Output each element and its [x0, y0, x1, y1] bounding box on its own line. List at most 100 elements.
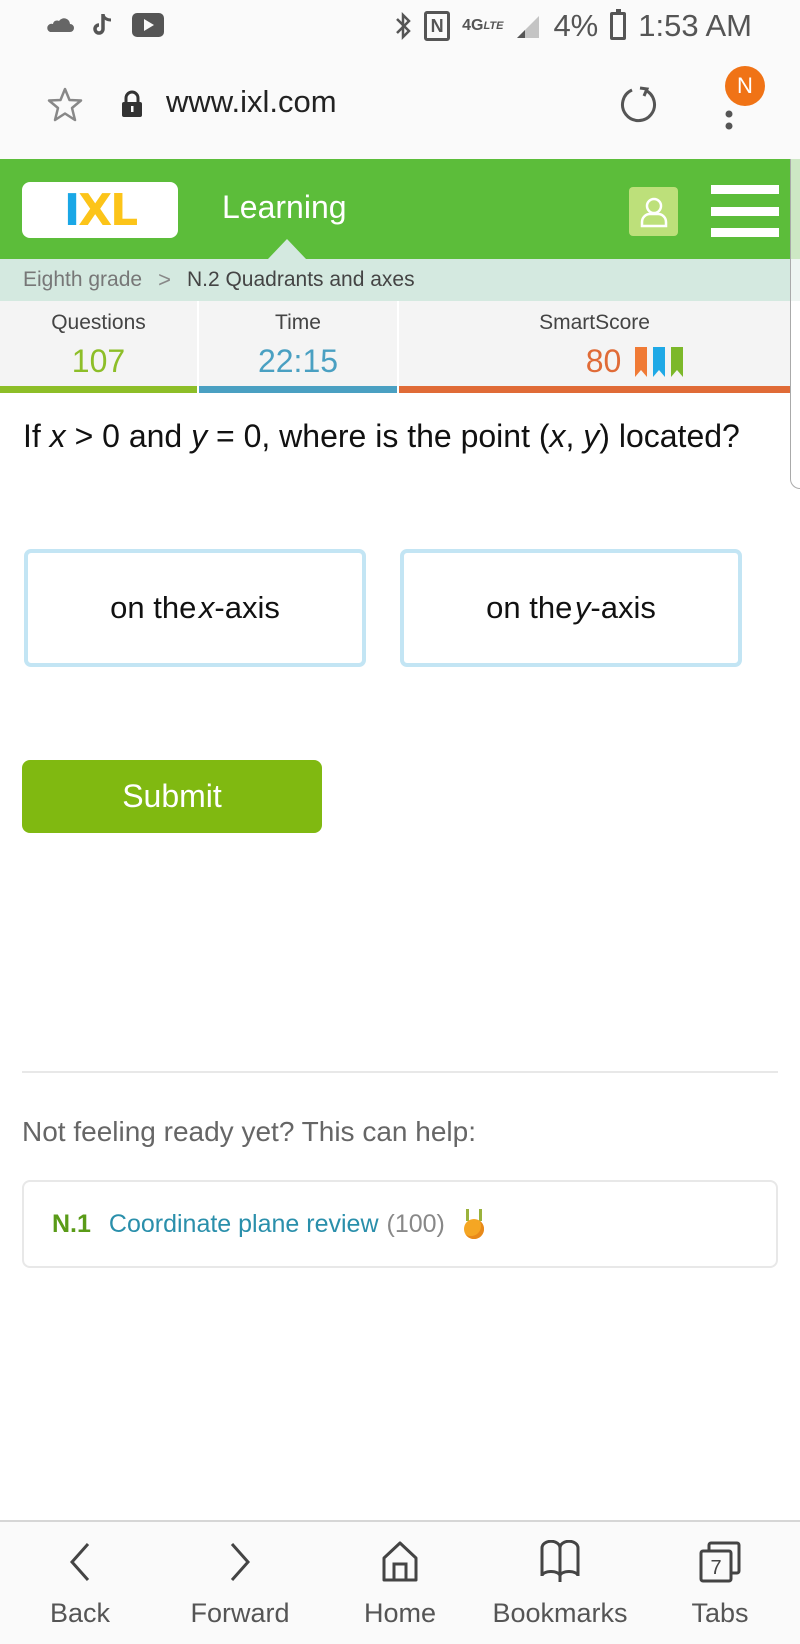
4g-lte-icon: 4G LTE: [462, 17, 504, 34]
choice-y-axis[interactable]: on the y -axis: [400, 549, 742, 667]
choice-text: -axis: [590, 590, 656, 625]
bookmarks-icon: [540, 1540, 580, 1582]
choice-text: on the: [486, 590, 573, 625]
network-type: 4G: [462, 17, 484, 34]
nav-back-label: Back: [49, 1598, 111, 1628]
logo-xl: XL: [78, 184, 138, 236]
status-bar: N 4G LTE 4% 1:53 AM: [0, 0, 800, 56]
lock-icon: [121, 90, 143, 123]
divider: [22, 1071, 778, 1073]
question-var: x: [549, 418, 566, 454]
breadcrumb: Eighth grade > N.2 Quadrants and axes: [0, 259, 790, 301]
smartscore-row: 80: [586, 343, 684, 380]
edge-breadcrumb: [791, 259, 800, 301]
smartscore-value: 80: [585, 343, 622, 379]
stat-smartscore: SmartScore 80: [399, 301, 790, 393]
edge-green: [791, 159, 800, 259]
choice-var: x: [198, 590, 215, 625]
choice-x-axis[interactable]: on the x -axis: [24, 549, 366, 667]
hamburger-line: [711, 185, 779, 194]
nav-forward-label: Forward: [190, 1598, 290, 1628]
medal-coin: [463, 1219, 484, 1239]
help-skill-card[interactable]: N.1 Coordinate plane review (100): [22, 1180, 778, 1268]
battery-percent: 4%: [553, 8, 599, 43]
question-text: If x > 0 and y = 0, where is the point (…: [23, 412, 763, 460]
nav-tabs-label: Tabs: [691, 1598, 749, 1628]
tiktok-icon: [92, 12, 114, 38]
skill-link[interactable]: Coordinate plane review: [109, 1210, 379, 1239]
youtube-icon: [132, 13, 164, 37]
medal-icon: [463, 1209, 485, 1239]
nav-learning[interactable]: Learning: [222, 189, 347, 226]
user-account-button[interactable]: [629, 187, 678, 236]
time-value: 22:15: [257, 343, 339, 379]
question-part: ,: [565, 418, 584, 454]
battery-icon: [610, 9, 627, 40]
breadcrumb-grade[interactable]: Eighth grade: [23, 268, 142, 292]
nav-tabs[interactable]: 7 Tabs: [640, 1522, 800, 1644]
questions-underline: [0, 386, 197, 393]
bookmark-star-icon[interactable]: [46, 86, 84, 129]
skill-score: (100): [386, 1209, 445, 1238]
network-sub: LTE: [483, 20, 504, 32]
help-title: Not feeling ready yet? This can help:: [22, 1116, 476, 1147]
stats-bar: Questions 107 Time 22:15 SmartScore 80: [0, 301, 790, 393]
hamburger-menu-icon[interactable]: [711, 185, 779, 237]
tabs-icon: 7: [699, 1541, 741, 1583]
ixl-logo[interactable]: I XL: [22, 182, 178, 238]
smartscore-underline: [399, 386, 790, 393]
breadcrumb-separator: >: [158, 267, 171, 292]
user-icon: [640, 197, 667, 227]
smartscore-label: SmartScore: [539, 311, 650, 334]
nfc-icon: N: [424, 11, 451, 41]
nav-bookmarks-label: Bookmarks: [492, 1598, 628, 1628]
chevron-left-icon: [69, 1543, 90, 1581]
ixl-header: I XL Learning: [0, 159, 790, 259]
nav-forward[interactable]: Forward: [160, 1522, 320, 1644]
time-label: Time: [275, 311, 321, 334]
profile-avatar[interactable]: N: [725, 66, 765, 106]
nav-home[interactable]: Home: [320, 1522, 480, 1644]
reload-icon[interactable]: [618, 84, 660, 131]
chevron-right-icon: [230, 1543, 251, 1581]
home-icon: [382, 1541, 418, 1582]
skill-code: N.1: [52, 1209, 91, 1238]
breadcrumb-skill: N.2 Quadrants and axes: [186, 268, 415, 291]
browser-bottom-nav: Back Forward Home Bookmarks 7 Tabs: [0, 1520, 800, 1644]
question-var: y: [583, 418, 600, 454]
stat-questions: Questions 107: [0, 301, 199, 393]
choice-text: on the: [110, 590, 197, 625]
ribbon-icon: [653, 346, 666, 377]
nav-home-label: Home: [363, 1598, 437, 1628]
question-part: ) located?: [599, 418, 740, 454]
questions-label: Questions: [51, 311, 146, 334]
question-part: > 0 and: [65, 418, 192, 454]
cloud-icon: [46, 17, 74, 33]
active-nav-indicator: [268, 239, 306, 259]
questions-value: 107: [71, 343, 126, 379]
submit-button[interactable]: Submit: [22, 760, 322, 833]
tabs-count: 7: [710, 1557, 721, 1579]
signal-icon: [515, 12, 541, 40]
nav-bookmarks[interactable]: Bookmarks: [480, 1522, 640, 1644]
url-field[interactable]: www.ixl.com: [166, 84, 337, 120]
question-var: x: [49, 418, 66, 454]
hamburger-line: [711, 228, 779, 237]
smartscore-ribbons: [635, 346, 684, 377]
browser-toolbar: www.ixl.com N: [0, 56, 800, 159]
choice-var: y: [574, 590, 591, 625]
question-var: y: [191, 418, 208, 454]
scrollbar-edge[interactable]: [790, 159, 800, 489]
stat-time: Time 22:15: [199, 301, 399, 393]
logo-i: I: [63, 184, 80, 236]
question-part: If: [23, 418, 50, 454]
time-underline: [199, 386, 397, 393]
nav-back[interactable]: Back: [0, 1522, 160, 1644]
bluetooth-icon: [394, 11, 412, 41]
clock: 1:53 AM: [638, 8, 752, 43]
ribbon-icon: [671, 346, 684, 377]
answer-choices: on the x -axis on the y -axis: [24, 549, 742, 667]
choice-text: -axis: [214, 590, 280, 625]
question-part: = 0, where is the point (: [207, 418, 550, 454]
ribbon-icon: [635, 346, 648, 377]
